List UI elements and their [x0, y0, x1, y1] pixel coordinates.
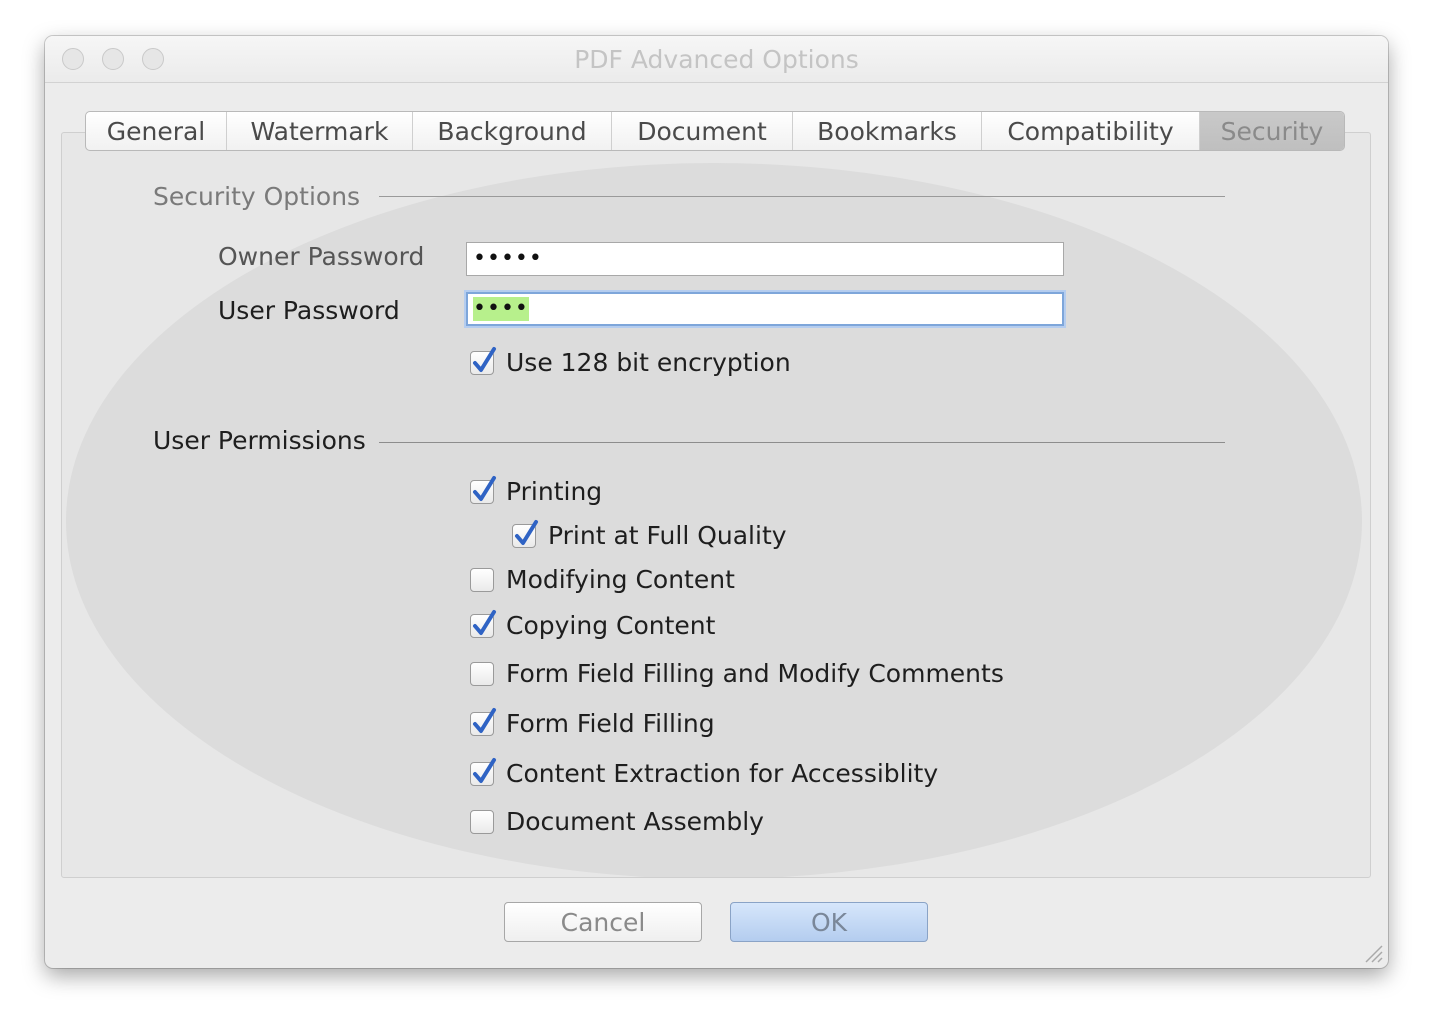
owner-password-field[interactable]: ••••• [466, 242, 1064, 276]
checkbox-box[interactable] [470, 757, 496, 786]
pdf-advanced-options-window: PDF Advanced Options General Watermark B… [45, 36, 1388, 968]
checkmark-icon [473, 475, 496, 501]
user-password-field[interactable]: •••• [466, 292, 1064, 326]
tab-bar: General Watermark Background Document Bo… [85, 111, 1345, 151]
permission-copying-content[interactable]: Copying Content [470, 609, 716, 640]
resize-grip-icon[interactable] [1362, 942, 1384, 964]
permission-content-extraction[interactable]: Content Extraction for Accessiblity [470, 757, 939, 788]
title-bar[interactable]: PDF Advanced Options [45, 36, 1388, 83]
user-password-label: User Password [218, 296, 400, 325]
security-options-heading: Security Options [153, 182, 361, 211]
permission-label: Document Assembly [506, 807, 764, 836]
tab-bookmarks[interactable]: Bookmarks [793, 112, 982, 150]
user-permissions-divider [379, 442, 1225, 443]
permission-label: Content Extraction for Accessiblity [506, 759, 939, 788]
tab-general[interactable]: General [86, 112, 227, 150]
checkbox-box[interactable] [470, 661, 494, 686]
permission-form-filling-comments[interactable]: Form Field Filling and Modify Comments [470, 659, 1004, 688]
tab-watermark[interactable]: Watermark [227, 112, 413, 150]
checkmark-icon [515, 519, 538, 545]
permission-label: Modifying Content [506, 565, 735, 594]
checkmark-icon [473, 707, 496, 733]
permission-label: Form Field Filling and Modify Comments [506, 659, 1004, 688]
user-permissions-heading: User Permissions [153, 426, 366, 455]
checkbox-box[interactable] [512, 519, 538, 548]
owner-password-value: ••••• [473, 246, 543, 271]
checkmark-icon [473, 609, 496, 635]
checkmark-icon [473, 346, 496, 372]
checkbox-box[interactable] [470, 707, 496, 736]
permission-print-full-quality[interactable]: Print at Full Quality [512, 519, 787, 550]
cancel-button[interactable]: Cancel [504, 902, 702, 942]
tab-security[interactable]: Security [1200, 112, 1344, 150]
checkmark-icon [473, 757, 496, 783]
tab-document[interactable]: Document [612, 112, 793, 150]
user-password-value: •••• [473, 296, 529, 321]
permission-modifying-content[interactable]: Modifying Content [470, 565, 735, 594]
tab-compatibility[interactable]: Compatibility [982, 112, 1200, 150]
permission-label: Printing [506, 477, 603, 506]
checkbox-box[interactable] [470, 567, 494, 592]
permission-printing[interactable]: Printing [470, 475, 603, 506]
checkbox-box[interactable] [470, 809, 494, 834]
permission-form-field-filling[interactable]: Form Field Filling [470, 707, 715, 738]
checkbox-box[interactable] [470, 475, 496, 504]
tab-background[interactable]: Background [413, 112, 612, 150]
owner-password-label: Owner Password [218, 242, 425, 271]
window-title: PDF Advanced Options [574, 45, 859, 74]
security-options-divider [379, 196, 1225, 197]
ok-button[interactable]: OK [730, 902, 928, 942]
permission-label: Copying Content [506, 611, 716, 640]
encryption-checkbox[interactable]: Use 128 bit encryption [470, 346, 791, 377]
permission-document-assembly[interactable]: Document Assembly [470, 807, 764, 836]
permission-label: Print at Full Quality [548, 521, 787, 550]
encryption-label: Use 128 bit encryption [506, 348, 791, 377]
checkbox-box[interactable] [470, 346, 496, 375]
checkbox-box[interactable] [470, 609, 496, 638]
permission-label: Form Field Filling [506, 709, 715, 738]
